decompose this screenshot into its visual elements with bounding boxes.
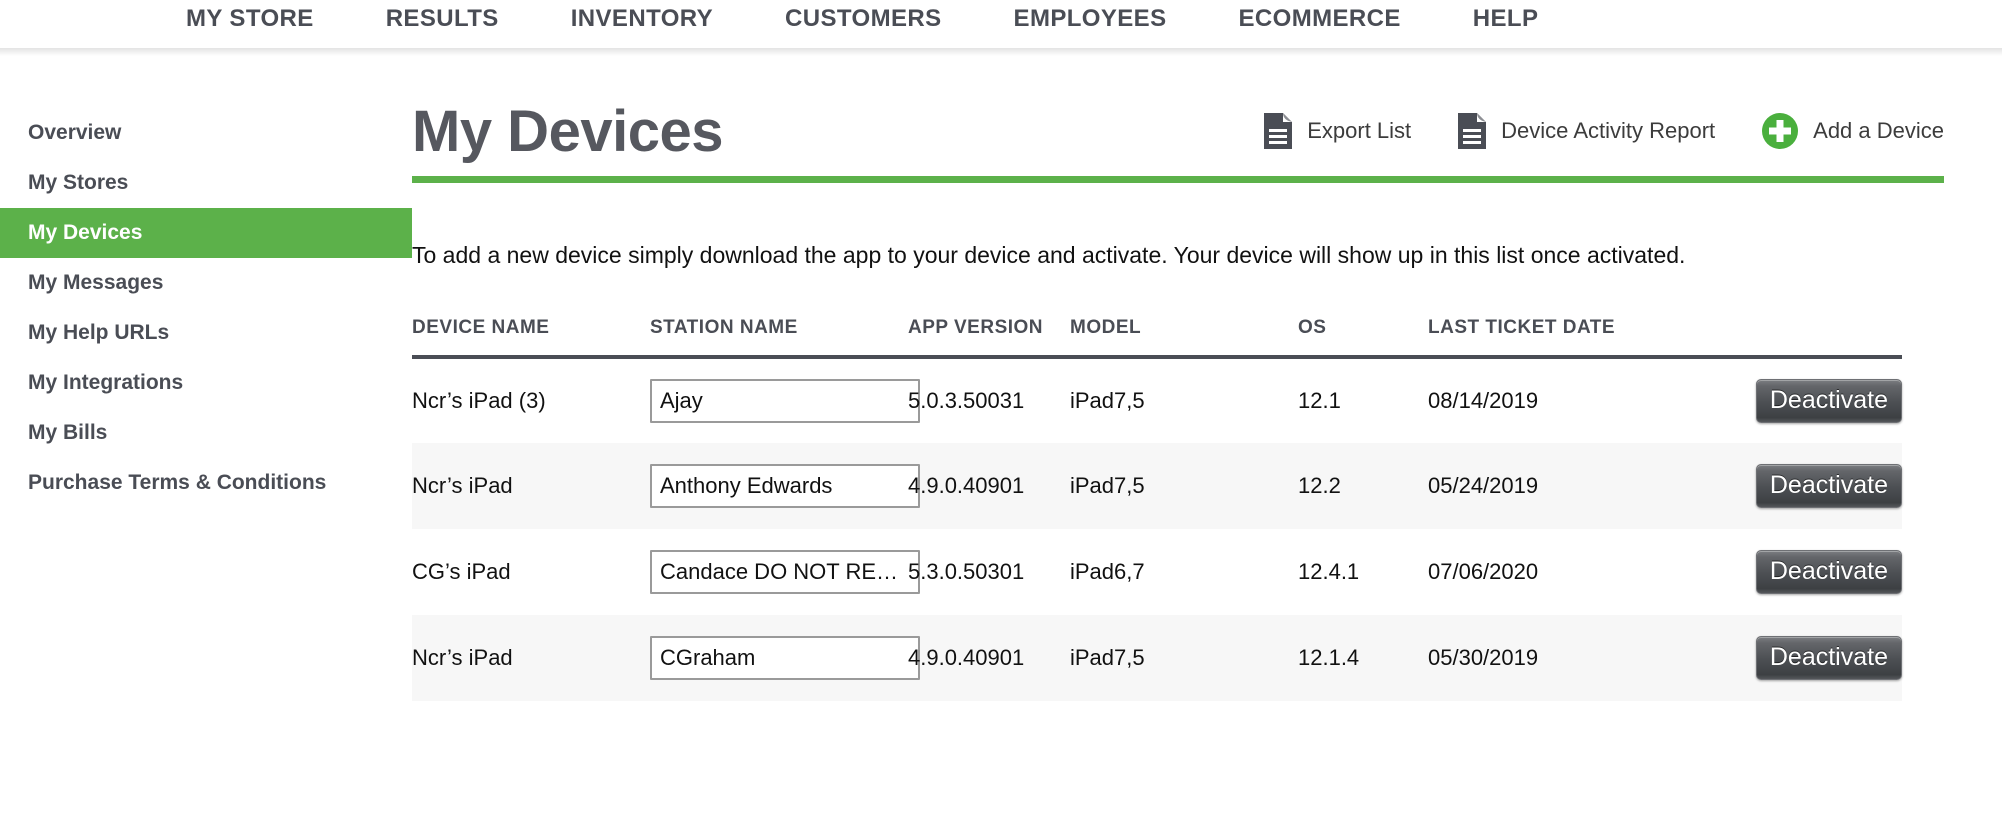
sidebar-item-overview[interactable]: Overview [0,108,412,158]
cell-actions: Deactivate [1688,615,1902,701]
cell-app-version: 4.9.0.40901 [908,645,1025,670]
cell-device-name: Ncr’s iPad (3) [412,388,546,413]
column-header-app-version: APP VERSION [908,317,1070,359]
nav-item-my-store[interactable]: MY STORE [186,4,314,34]
nav-item-ecommerce[interactable]: ECOMMERCE [1239,4,1401,34]
document-icon [1457,112,1487,150]
devices-table-header: DEVICE NAME STATION NAME APP VERSION MOD… [412,317,1902,359]
cell-device-name: CG’s iPad [412,559,511,584]
page-actions: Export List Device Activity Report Add a… [1217,112,1944,164]
export-list-label: Export List [1307,118,1412,143]
document-icon [1263,112,1293,150]
table-row: Ncr’s iPad 4.9.0.40901 iPad7,5 12.1.4 05… [412,615,1902,701]
cell-station-name [650,357,920,443]
cell-app-version: 5.0.3.50031 [908,388,1025,413]
plus-circle-icon [1761,112,1799,150]
cell-model: iPad6,7 [1070,559,1145,584]
title-divider [412,176,1944,183]
cell-os: 12.1 [1298,388,1341,413]
station-name-input[interactable] [650,550,920,594]
deactivate-button[interactable]: Deactivate [1755,379,1902,423]
sidebar-item-my-help-urls[interactable]: My Help URLs [0,308,412,358]
column-header-station-name: STATION NAME [650,317,908,359]
devices-table: DEVICE NAME STATION NAME APP VERSION MOD… [412,317,1902,701]
device-activity-report-button[interactable]: Device Activity Report [1457,112,1715,150]
add-a-device-label: Add a Device [1813,118,1944,143]
cell-station-name [650,443,920,529]
sidebar-item-my-messages[interactable]: My Messages [0,258,412,308]
sidebar-item-my-bills[interactable]: My Bills [0,408,412,458]
column-header-model: MODEL [1070,317,1298,359]
table-row: Ncr’s iPad 4.9.0.40901 iPad7,5 12.2 05/2… [412,443,1902,529]
page-header: My Devices Export List Device Activity R… [412,100,1944,174]
cell-os: 12.1.4 [1298,645,1360,670]
column-header-os: OS [1298,317,1428,359]
deactivate-button[interactable]: Deactivate [1755,550,1902,594]
column-header-device-name: DEVICE NAME [412,317,650,359]
nav-item-employees[interactable]: EMPLOYEES [1014,4,1167,34]
page-title: My Devices [412,99,723,164]
cell-last-ticket-date: 05/30/2019 [1428,645,1539,670]
sidebar-item-my-devices[interactable]: My Devices [0,208,412,258]
device-activity-report-label: Device Activity Report [1501,118,1716,143]
cell-actions: Deactivate [1688,529,1902,615]
add-a-device-button[interactable]: Add a Device [1761,112,1944,150]
cell-model: iPad7,5 [1070,645,1145,670]
column-header-last-ticket-date: LAST TICKET DATE [1428,317,1688,359]
intro-text: To add a new device simply download the … [412,242,1686,268]
cell-device-name: Ncr’s iPad [412,645,513,670]
deactivate-button[interactable]: Deactivate [1755,636,1902,680]
cell-last-ticket-date: 05/24/2019 [1428,473,1539,498]
table-row: CG’s iPad 5.3.0.50301 iPad6,7 12.4.1 07/… [412,529,1902,615]
nav-item-help[interactable]: HELP [1473,4,1539,34]
sidebar-navigation: Overview My Stores My Devices My Message… [0,100,412,701]
export-list-button[interactable]: Export List [1263,112,1411,150]
cell-app-version: 5.3.0.50301 [908,559,1025,584]
cell-last-ticket-date: 08/14/2019 [1428,388,1539,413]
station-name-input[interactable] [650,379,920,423]
cell-last-ticket-date: 07/06/2020 [1428,559,1539,584]
table-row: Ncr’s iPad (3) 5.0.3.50031 iPad7,5 12.1 … [412,357,1902,443]
cell-os: 12.4.1 [1298,559,1360,584]
station-name-input[interactable] [650,464,920,508]
sidebar-item-purchase-terms[interactable]: Purchase Terms & Conditions [0,458,412,508]
table-header-row: DEVICE NAME STATION NAME APP VERSION MOD… [412,317,1902,359]
column-header-actions [1688,317,1902,359]
station-name-input[interactable] [650,636,920,680]
page-body: Overview My Stores My Devices My Message… [0,48,2002,701]
deactivate-button[interactable]: Deactivate [1755,464,1902,508]
cell-actions: Deactivate [1688,357,1902,443]
cell-app-version: 4.9.0.40901 [908,473,1025,498]
cell-station-name [650,615,920,701]
cell-actions: Deactivate [1688,443,1902,529]
sidebar-item-my-stores[interactable]: My Stores [0,158,412,208]
cell-device-name: Ncr’s iPad [412,473,513,498]
cell-station-name [650,529,920,615]
top-navigation-bar: MY STORE RESULTS INVENTORY CUSTOMERS EMP… [0,0,2002,56]
cell-model: iPad7,5 [1070,388,1145,413]
nav-item-results[interactable]: RESULTS [386,4,499,34]
nav-item-customers[interactable]: CUSTOMERS [785,4,942,34]
nav-item-inventory[interactable]: INVENTORY [571,4,713,34]
devices-table-body: Ncr’s iPad (3) 5.0.3.50031 iPad7,5 12.1 … [412,357,1902,701]
main-content: My Devices Export List Device Activity R… [412,100,2002,701]
cell-model: iPad7,5 [1070,473,1145,498]
sidebar-item-my-integrations[interactable]: My Integrations [0,358,412,408]
cell-os: 12.2 [1298,473,1341,498]
